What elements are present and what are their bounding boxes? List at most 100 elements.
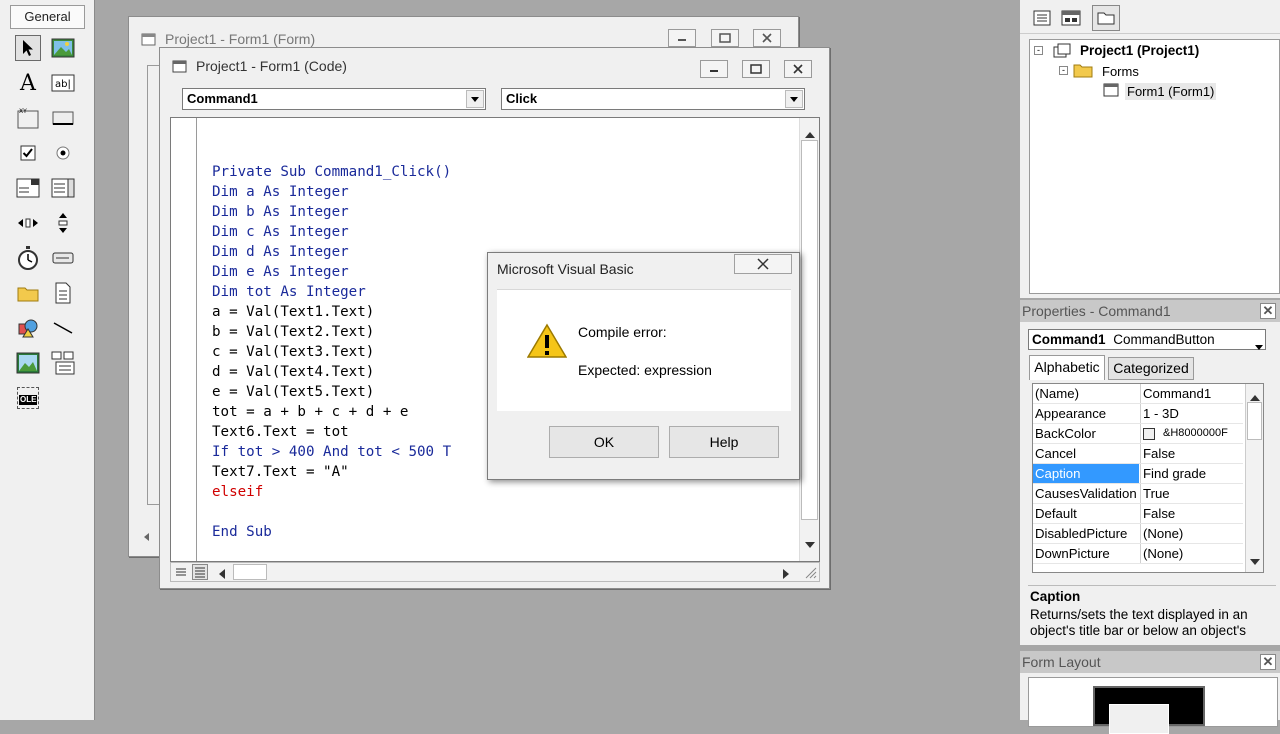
procedure-combo[interactable]: Click (501, 88, 805, 110)
property-name[interactable]: Caption (1033, 464, 1139, 484)
property-value[interactable]: (None) (1143, 546, 1241, 561)
procedure-view-icon[interactable] (174, 565, 188, 579)
property-row[interactable]: Cancel False (1033, 444, 1243, 464)
code-vertical-scrollbar[interactable] (799, 118, 819, 561)
property-value[interactable]: False (1143, 506, 1241, 521)
object-combo[interactable]: Command1 (182, 88, 486, 110)
scroll-right-icon[interactable] (783, 567, 789, 582)
close-button[interactable] (753, 29, 781, 47)
property-row[interactable]: Default False (1033, 504, 1243, 524)
hscrollbar-icon[interactable] (15, 210, 41, 236)
code-line[interactable]: Private Sub Command1_Click() (212, 162, 451, 182)
property-row[interactable]: Appearance 1 - 3D (1033, 404, 1243, 424)
code-line[interactable]: If tot > 400 And tot < 500 T (212, 442, 451, 462)
scroll-thumb[interactable] (1247, 402, 1262, 440)
form-position-preview[interactable] (1109, 704, 1169, 734)
textbox-icon[interactable]: ab| (50, 70, 76, 96)
chevron-down-icon[interactable] (785, 90, 803, 108)
property-row[interactable]: DisabledPicture (None) (1033, 524, 1243, 544)
toolbox-tab-general[interactable]: General (10, 5, 85, 29)
code-lines[interactable]: Private Sub Command1_Click() Dim a As Int… (212, 162, 451, 542)
scroll-down-icon[interactable] (805, 536, 815, 551)
code-line[interactable]: Text6.Text = tot (212, 422, 451, 442)
property-name[interactable]: DisabledPicture (1035, 526, 1139, 541)
error-dialog[interactable]: Microsoft Visual Basic Compile error: Ex… (487, 252, 800, 480)
property-row[interactable]: DownPicture (None) (1033, 544, 1243, 564)
label-icon[interactable]: A (15, 70, 41, 96)
tree-form-item[interactable]: Form1 (Form1) (1125, 83, 1217, 100)
timer-icon[interactable] (15, 245, 41, 271)
code-horizontal-scrollbar[interactable] (170, 562, 820, 582)
property-name[interactable]: BackColor (1035, 426, 1139, 441)
property-row[interactable]: (Name) Command1 (1033, 384, 1243, 404)
code-line[interactable]: Dim a As Integer (212, 182, 451, 202)
property-grid-scrollbar[interactable] (1245, 384, 1263, 572)
code-line[interactable]: Dim e As Integer (212, 262, 451, 282)
scroll-thumb[interactable] (801, 140, 818, 520)
code-maximize-button[interactable] (742, 60, 770, 78)
chevron-down-icon[interactable] (1255, 336, 1263, 355)
code-line[interactable]: elseif (212, 482, 451, 502)
property-name[interactable]: DownPicture (1035, 546, 1139, 561)
tree-forms-collapse-icon[interactable]: - (1059, 66, 1068, 75)
code-line[interactable]: tot = a + b + c + d + e (212, 402, 451, 422)
property-value[interactable]: True (1143, 486, 1241, 501)
data-icon[interactable] (50, 350, 76, 376)
property-name[interactable]: CausesValidation (1035, 486, 1139, 501)
ok-button[interactable]: OK (549, 426, 659, 458)
property-row[interactable]: BackColor &H8000000F (1033, 424, 1243, 444)
toggle-folders-icon[interactable] (1092, 5, 1120, 31)
resize-grip-icon[interactable] (803, 565, 817, 582)
code-line[interactable]: Text7.Text = "A" (212, 462, 451, 482)
tree-project-root[interactable]: Project1 (Project1) (1080, 43, 1199, 58)
filelistbox-icon[interactable] (50, 280, 76, 306)
checkbox-icon[interactable] (15, 140, 41, 166)
tree-collapse-icon[interactable]: - (1034, 46, 1043, 55)
code-line[interactable]: b = Val(Text2.Text) (212, 322, 451, 342)
object-selector[interactable]: Command1 CommandButton (1028, 329, 1266, 350)
frame-icon[interactable]: XY (15, 105, 41, 131)
code-line[interactable]: Dim c As Integer (212, 222, 451, 242)
view-code-icon[interactable] (1033, 10, 1051, 29)
chevron-down-icon[interactable] (466, 90, 484, 108)
form-scroll-left-icon[interactable] (143, 531, 153, 545)
code-line[interactable]: Dim tot As Integer (212, 282, 451, 302)
property-name[interactable]: Default (1035, 506, 1139, 521)
property-value[interactable]: Find grade (1143, 466, 1241, 481)
property-name[interactable]: (Name) (1035, 386, 1139, 401)
form-layout-close-icon[interactable]: ✕ (1260, 654, 1276, 670)
code-line[interactable]: a = Val(Text1.Text) (212, 302, 451, 322)
pointer-icon[interactable] (15, 35, 41, 61)
property-name[interactable]: Cancel (1035, 446, 1139, 461)
tab-categorized[interactable]: Categorized (1108, 357, 1194, 380)
property-row[interactable]: Caption Find grade (1033, 464, 1243, 484)
property-value[interactable]: False (1143, 446, 1241, 461)
maximize-button[interactable] (711, 29, 739, 47)
tree-forms-folder[interactable]: Forms (1102, 64, 1139, 79)
dirlistbox-icon[interactable] (15, 280, 41, 306)
code-line[interactable]: e = Val(Text5.Text) (212, 382, 451, 402)
help-button[interactable]: Help (669, 426, 779, 458)
line-icon[interactable] (50, 315, 76, 341)
commandbutton-icon[interactable] (50, 105, 76, 131)
shape-icon[interactable] (15, 315, 41, 341)
scroll-left-icon[interactable] (219, 567, 225, 582)
property-value[interactable]: &H8000000F (1163, 427, 1243, 439)
property-value[interactable]: Command1 (1143, 386, 1241, 401)
minimize-button[interactable] (668, 29, 696, 47)
scroll-up-icon[interactable] (805, 126, 815, 141)
properties-close-icon[interactable]: ✕ (1260, 303, 1276, 319)
property-row[interactable]: CausesValidation True (1033, 484, 1243, 504)
code-line[interactable]: c = Val(Text3.Text) (212, 342, 451, 362)
image-icon[interactable] (15, 350, 41, 376)
combobox-icon[interactable] (15, 175, 41, 201)
code-close-button[interactable] (784, 60, 812, 78)
dialog-close-button[interactable] (734, 254, 792, 274)
hscroll-thumb[interactable] (233, 564, 267, 580)
code-line[interactable]: End Sub (212, 522, 451, 542)
code-line[interactable]: Dim d As Integer (212, 242, 451, 262)
view-object-icon[interactable] (1061, 10, 1081, 29)
drivelistbox-icon[interactable] (50, 245, 76, 271)
code-line[interactable] (212, 502, 451, 522)
scroll-down-icon[interactable] (1250, 553, 1260, 568)
